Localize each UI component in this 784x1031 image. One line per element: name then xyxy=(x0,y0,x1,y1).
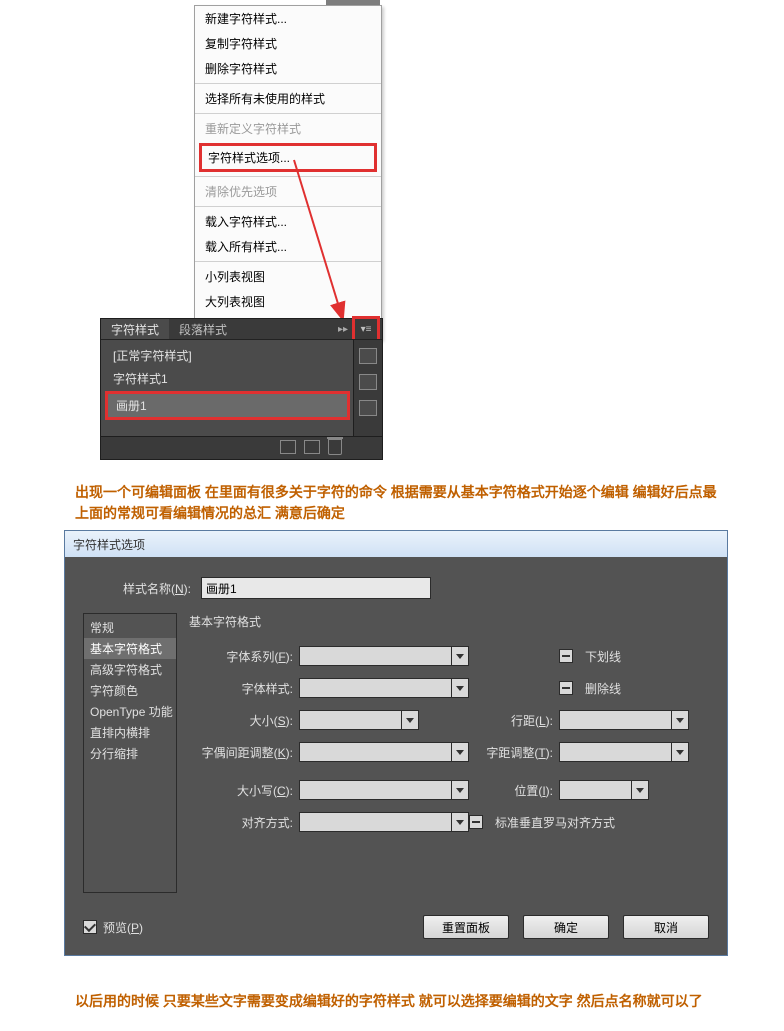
tracking-combo[interactable] xyxy=(559,742,689,762)
chevron-down-icon xyxy=(456,820,464,825)
cat-basic-char-format[interactable]: 基本字符格式 xyxy=(84,638,176,659)
dock-icon[interactable] xyxy=(359,374,377,390)
menu-item-style-options-label: 字符样式选项... xyxy=(208,151,290,165)
panel-body: [正常字符样式] 字符样式1 画册1 xyxy=(101,339,382,436)
font-style-label: 字体样式: xyxy=(189,680,299,697)
chevron-down-icon xyxy=(406,718,414,723)
dock-icon[interactable] xyxy=(359,400,377,416)
flyout-menu-icon: ▾≡ xyxy=(361,324,372,335)
kerning-label: 字偶间距调整(K): xyxy=(189,744,299,761)
font-style-combo[interactable] xyxy=(299,678,469,698)
char-style-options-dialog: 字符样式选项 样式名称(N): 常规 基本字符格式 高级字符格式 字符颜色 Op… xyxy=(64,530,728,956)
position-combo[interactable] xyxy=(559,780,649,800)
style-name-row: 样式名称(N): xyxy=(123,577,709,599)
instruction-text-1: 出现一个可编辑面板 在里面有很多关于字符的命令 根据需要从基本字符格式开始逐个编… xyxy=(75,482,725,524)
panel-footer xyxy=(101,436,382,457)
chevron-down-icon xyxy=(676,750,684,755)
char-styles-panel: 字符样式 段落样式 ▸▸ ▾≡ [正常字符样式] 字符样式1 画册1 xyxy=(100,318,383,460)
cat-general[interactable]: 常规 xyxy=(84,617,176,638)
dock-icon[interactable] xyxy=(359,348,377,364)
underline-tristate[interactable] xyxy=(559,649,573,663)
category-list[interactable]: 常规 基本字符格式 高级字符格式 字符颜色 OpenType 功能 直排内横排 … xyxy=(83,613,177,893)
dialog-title: 字符样式选项 xyxy=(73,536,145,553)
menu-item-large-list-view[interactable]: 大列表视图 xyxy=(195,289,381,314)
tracking-label: 字距调整(T): xyxy=(469,744,559,761)
new-style-icon[interactable] xyxy=(304,440,320,454)
roman-std-tristate[interactable] xyxy=(469,815,483,829)
size-combo[interactable] xyxy=(299,710,419,730)
position-label: 位置(I): xyxy=(469,782,559,799)
panel-expand-icon[interactable]: ▸▸ xyxy=(338,324,348,335)
strikethrough-label: 删除线 xyxy=(585,680,621,697)
chevron-down-icon xyxy=(636,788,644,793)
dialog-footer: 预览(P) 重置面板 确定 取消 xyxy=(83,915,709,939)
preview-checkbox-wrap[interactable]: 预览(P) xyxy=(83,919,143,936)
ok-button[interactable]: 确定 xyxy=(523,915,609,939)
font-family-combo[interactable] xyxy=(299,646,469,666)
style-name-input[interactable] xyxy=(201,577,431,599)
menu-item-style-options-highlight[interactable]: 字符样式选项... xyxy=(199,143,377,172)
menu-item-delete-style[interactable]: 删除字符样式 xyxy=(195,56,381,81)
instruction-text-2: 以后用的时候 只要某些文字需要变成编辑好的字符样式 就可以选择要编辑的文字 然后… xyxy=(75,991,735,1012)
kerning-combo[interactable] xyxy=(299,742,469,762)
panel-tabs: 字符样式 段落样式 ▸▸ ▾≡ xyxy=(101,319,382,339)
style-name-label: 样式名称(N): xyxy=(123,580,191,597)
align-label: 对齐方式: xyxy=(189,814,299,831)
menu-item-select-unused[interactable]: 选择所有未使用的样式 xyxy=(195,86,381,111)
strikethrough-tristate[interactable] xyxy=(559,681,573,695)
menu-separator xyxy=(195,261,381,262)
menu-separator xyxy=(195,176,381,177)
reset-panel-button[interactable]: 重置面板 xyxy=(423,915,509,939)
cancel-button[interactable]: 取消 xyxy=(623,915,709,939)
style-row-normal[interactable]: [正常字符样式] xyxy=(105,344,350,367)
menu-item-small-list-view[interactable]: 小列表视图 xyxy=(195,264,381,289)
menu-separator xyxy=(195,206,381,207)
case-combo[interactable] xyxy=(299,780,469,800)
dialog-titlebar: 字符样式选项 xyxy=(65,531,727,557)
font-family-label: 字体系列(F): xyxy=(189,648,299,665)
preview-label: 预览(P) xyxy=(103,919,143,936)
menu-item-duplicate-style[interactable]: 复制字符样式 xyxy=(195,31,381,56)
clear-override-icon[interactable] xyxy=(280,440,296,454)
menu-separator xyxy=(195,113,381,114)
menu-separator xyxy=(195,83,381,84)
underline-label: 下划线 xyxy=(585,648,621,665)
leading-combo[interactable] xyxy=(559,710,689,730)
style-row-style1[interactable]: 字符样式1 xyxy=(105,367,350,390)
chevron-down-icon xyxy=(676,718,684,723)
tab-char-styles[interactable]: 字符样式 xyxy=(101,319,169,340)
roman-std-label: 标准垂直罗马对齐方式 xyxy=(495,814,615,831)
chevron-down-icon xyxy=(456,750,464,755)
style-row-selected-highlight[interactable]: 画册1 xyxy=(105,391,350,420)
chevron-down-icon xyxy=(456,686,464,691)
chevron-down-icon xyxy=(456,788,464,793)
panel-dock xyxy=(353,340,382,436)
cat-tatechuyoko[interactable]: 直排内横排 xyxy=(84,722,176,743)
preview-checkbox[interactable] xyxy=(83,920,97,934)
size-label: 大小(S): xyxy=(189,712,299,729)
cat-char-color[interactable]: 字符颜色 xyxy=(84,680,176,701)
style-list: [正常字符样式] 字符样式1 画册1 xyxy=(105,344,350,421)
menu-item-load-all-styles[interactable]: 载入所有样式... xyxy=(195,234,381,259)
section-title: 基本字符格式 xyxy=(189,613,709,630)
cat-warichu[interactable]: 分行缩排 xyxy=(84,743,176,764)
tab-para-styles[interactable]: 段落样式 xyxy=(169,319,237,340)
menu-item-load-char-styles[interactable]: 载入字符样式... xyxy=(195,209,381,234)
trash-icon[interactable] xyxy=(328,439,342,455)
case-label: 大小写(C): xyxy=(189,782,299,799)
cat-opentype[interactable]: OpenType 功能 xyxy=(84,701,176,722)
form-pane: 基本字符格式 字体系列(F): 下划线 字体样式: xyxy=(189,613,709,893)
menu-item-new-char-style[interactable]: 新建字符样式... xyxy=(195,6,381,31)
chevron-down-icon xyxy=(456,654,464,659)
panel-flyout-menu: 新建字符样式... 复制字符样式 删除字符样式 选择所有未使用的样式 重新定义字… xyxy=(194,5,382,340)
align-combo[interactable] xyxy=(299,812,469,832)
menu-item-redefine-style: 重新定义字符样式 xyxy=(195,116,381,141)
leading-label: 行距(L): xyxy=(469,712,559,729)
cat-advanced-char-format[interactable]: 高级字符格式 xyxy=(84,659,176,680)
dialog-body: 样式名称(N): 常规 基本字符格式 高级字符格式 字符颜色 OpenType … xyxy=(65,557,727,955)
menu-item-clear-overrides: 清除优先选项 xyxy=(195,179,381,204)
